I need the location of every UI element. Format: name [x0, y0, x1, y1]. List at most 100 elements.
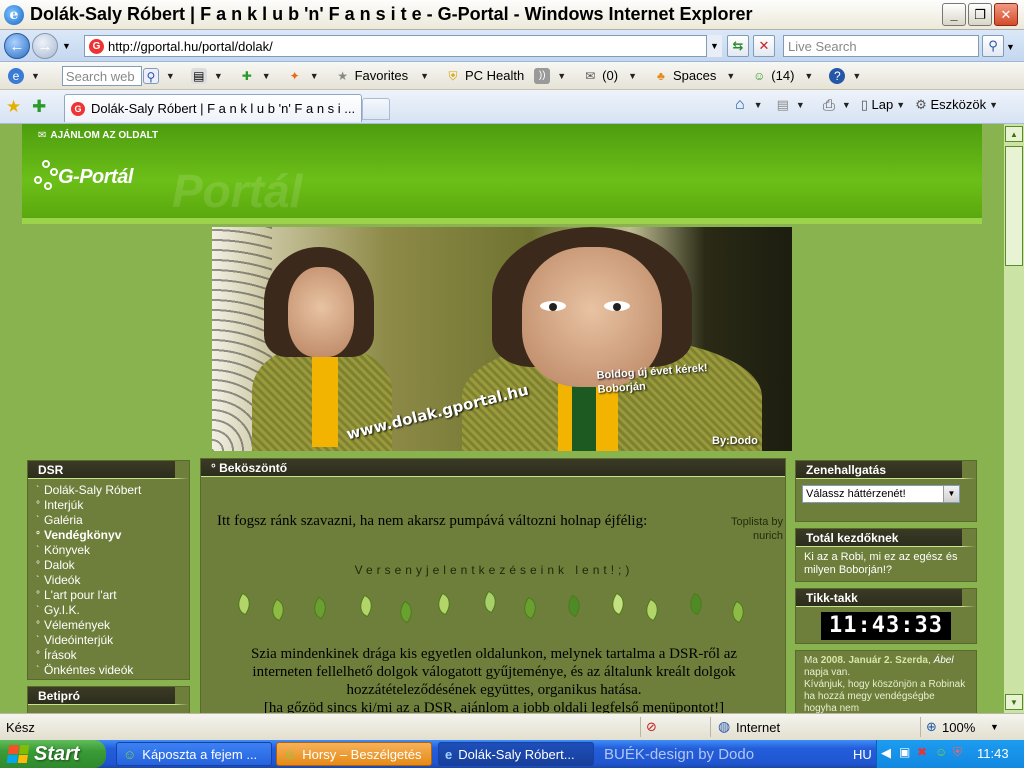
tray-messenger-icon[interactable]: ☺ [935, 745, 947, 759]
recommend-link[interactable]: ✉ AJÁNLOM AZ OLDALT [38, 130, 158, 141]
tray-clock[interactable]: 11:43 [977, 746, 1009, 761]
menu-bullet-icon: ° [36, 560, 40, 571]
vertical-scrollbar[interactable]: ▲ ▼ [1004, 124, 1024, 713]
dsr-menu-item[interactable]: ` Könyvek [36, 543, 181, 558]
start-button[interactable]: Start [0, 740, 106, 768]
music-box: Zenehallgatás Válassz háttérzenét! ▼ [795, 460, 977, 522]
menu-bullet-icon: ° [36, 500, 40, 511]
mail-button[interactable]: ✉ (0) ▼ [582, 68, 643, 84]
dsr-menu-item[interactable]: ` Gy.I.K. [36, 603, 181, 618]
taskbar-item-3[interactable]: e Dolák-Saly Róbert... [438, 742, 594, 766]
dsr-menu-item[interactable]: ` Videók [36, 573, 181, 588]
dsr-menu-item-label: Önkéntes videók [44, 663, 134, 677]
web-search-button[interactable]: ⚲ ▼ [142, 67, 181, 84]
dsr-menu-item[interactable]: ° L'art pour l'art [36, 588, 181, 603]
status-bar: Kész ⊘ ◍ Internet ⊕ 100% ▼ [0, 713, 1024, 740]
live-search-input[interactable]: Live Search [783, 35, 979, 57]
dsr-menu-item[interactable]: ° Interjúk [36, 498, 181, 513]
dsr-menu-item-label: Interjúk [44, 498, 84, 512]
dsr-menu-item-label: L'art pour l'art [44, 588, 117, 602]
dsr-menu-item[interactable]: ° Vélemények [36, 618, 181, 633]
minimize-button[interactable]: _ [942, 3, 966, 26]
print-icon[interactable]: ⎙ [823, 97, 835, 114]
nameday-prefix: Ma [804, 655, 818, 666]
search-options-icon[interactable]: ▼ [1006, 42, 1015, 52]
background-music-select[interactable]: Válassz háttérzenét! ▼ [802, 485, 960, 503]
zoom-dropdown-icon[interactable]: ▼ [990, 722, 999, 732]
language-indicator[interactable]: HU [853, 747, 872, 762]
dsr-menu-item-label: Videóinterjúk [44, 633, 114, 647]
dsr-menu-item[interactable]: ° Vendégkönyv [36, 528, 181, 543]
toplista-link[interactable]: Toplista by nurich [717, 515, 783, 543]
menu-bullet-icon: ` [36, 515, 40, 526]
tab-active[interactable]: G Dolák-Saly Róbert | F a n k l u b 'n' … [64, 94, 362, 122]
select-chevron-down-icon[interactable]: ▼ [943, 486, 959, 502]
dsr-menu-item[interactable]: ` Önkéntes videók [36, 663, 181, 678]
help-circle-icon[interactable]: ? ▼ [829, 67, 867, 84]
welcome-box: ° Beköszöntő Itt fogsz ránk szavazni, ha… [200, 458, 786, 713]
feeds-icon[interactable]: ▤ [777, 97, 789, 113]
dsr-menu-item[interactable]: ` Galéria [36, 513, 181, 528]
nameday-box: Ma 2008. Január 2. Szerda, Ábel napja va… [795, 650, 977, 713]
zoom-icon[interactable]: ⊕ [926, 719, 937, 735]
restore-button[interactable]: ❐ [968, 3, 992, 26]
close-button[interactable]: ✕ [994, 3, 1018, 26]
security-blocked-icon[interactable]: ⊘ [646, 719, 657, 735]
tray-back-icon[interactable]: ◀ [881, 745, 891, 761]
banner-image: www.dolak.gportal.hu Boldog új évet kére… [212, 227, 792, 451]
add-icon[interactable]: ✚ ▼ [239, 68, 277, 84]
add-favorite-icon[interactable]: ✚ [32, 97, 46, 117]
dsr-menu-item[interactable]: ° Írások [36, 648, 181, 663]
tray-shield-icon[interactable]: ⛨ [953, 745, 962, 760]
dsr-menu-item-label: Vendégkönyv [44, 528, 122, 542]
menu-bullet-icon: ` [36, 665, 40, 676]
links-toolbar: e ▼ Search web ⚲ ▼ ▤ ▼ ✚ ▼ ✦ ▼ ★ Favorites ▼ ⛨ P… [0, 62, 1024, 90]
beginners-link[interactable]: Ki az a Robi, mi ez az egész és milyen B… [796, 547, 976, 581]
taskbar-item-1[interactable]: ☺ Káposzta a fejem ... [116, 742, 272, 766]
gportal-logo[interactable]: G-Portál [34, 160, 133, 194]
favorites-center-icon[interactable]: ★ [6, 97, 21, 117]
refresh-icon[interactable]: ⇆ [727, 35, 749, 57]
messenger-button[interactable]: ☺ (14) ▼ [751, 68, 819, 84]
menu-bullet-icon: ` [36, 545, 40, 556]
vote-invite-text: Itt fogsz ránk szavazni, ha nem akarsz p… [217, 513, 648, 529]
scroll-thumb[interactable] [1005, 146, 1023, 266]
address-bar: ← → ▼ G http://gportal.hu/portal/dolak/ … [0, 30, 1024, 62]
zoom-level[interactable]: 100% [942, 720, 975, 735]
url-dropdown-icon[interactable]: ▼ [706, 35, 722, 57]
web-search-input[interactable]: Search web [61, 65, 142, 86]
favorites-button[interactable]: ★ Favorites ▼ [335, 68, 435, 84]
dsr-menu-item-label: Galéria [44, 513, 83, 527]
tray-network-icon[interactable]: ▣ [899, 745, 910, 759]
tools-menu[interactable]: ⚙ Eszközök [915, 97, 986, 113]
taskbar-item-2[interactable]: ☺ Horsy – Beszélgetés [276, 742, 432, 766]
scroll-down-icon[interactable]: ▼ [1005, 694, 1023, 710]
menu-bullet-icon: ` [36, 575, 40, 586]
url-input[interactable]: G http://gportal.hu/portal/dolak/ [84, 35, 722, 57]
highlight-icon[interactable]: ▤ ▼ [190, 67, 229, 84]
menu-bullet-icon: ` [36, 635, 40, 646]
spaces-button[interactable]: ♣ Spaces ▼ [653, 68, 741, 84]
page-menu[interactable]: ▯ Lap [861, 97, 893, 113]
back-button[interactable]: ← [4, 33, 30, 59]
home-icon[interactable]: ⌂ [735, 96, 745, 114]
dsr-menu-item-label: Írások [44, 648, 77, 662]
dsr-menu-item[interactable]: ` Dolák-Saly Róbert [36, 483, 181, 498]
rss-icon[interactable]: )) ▼ [534, 67, 572, 84]
forward-button[interactable]: → [32, 33, 58, 59]
dsr-menu-item[interactable]: ` Videóinterjúk [36, 633, 181, 648]
messenger-butterfly-icon[interactable]: ✦ ▼ [287, 68, 325, 84]
window-titlebar[interactable]: e Dolák-Saly Róbert | F a n k l u b 'n' … [0, 0, 1024, 30]
dsr-menu-item[interactable]: ° Dalok [36, 558, 181, 573]
logo-ghost: Portál [172, 165, 303, 217]
stop-icon[interactable]: ✕ [753, 35, 775, 57]
dsr-menu-item-label: Vélemények [44, 618, 111, 632]
msn-toolbar-icon[interactable]: e ▼ [8, 67, 46, 84]
pc-health-button[interactable]: ⛨ PC Health [445, 68, 524, 84]
new-tab-button[interactable] [362, 98, 390, 120]
history-dropdown-icon[interactable]: ▼ [62, 41, 71, 51]
scroll-up-icon[interactable]: ▲ [1005, 126, 1023, 142]
search-icon[interactable]: ⚲ [982, 35, 1004, 57]
clock-title: Tikk-takk [796, 589, 976, 607]
tray-alert-icon[interactable]: ✖ [917, 745, 927, 759]
